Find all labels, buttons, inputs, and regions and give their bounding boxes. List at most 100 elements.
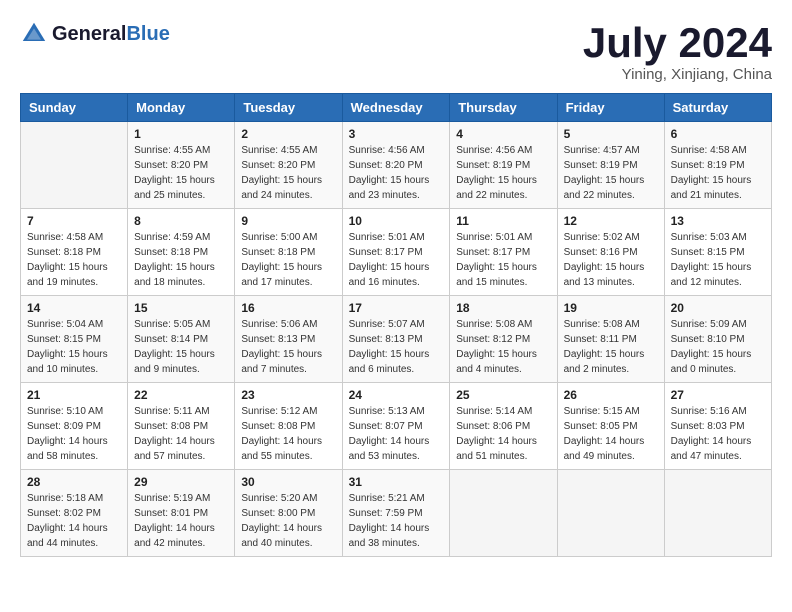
day-number: 29 bbox=[134, 475, 228, 489]
calendar-cell: 26Sunrise: 5:15 AM Sunset: 8:05 PM Dayli… bbox=[557, 383, 664, 470]
calendar-cell: 23 Sunrise: 5:12 AM Sunset: 8:08 PM Dayli… bbox=[235, 383, 342, 470]
calendar-cell bbox=[450, 470, 557, 557]
calendar-week-row: 14 Sunrise: 5:04 AM Sunset: 8:15 PM Dayli… bbox=[21, 296, 772, 383]
day-number: 8 bbox=[134, 214, 228, 228]
day-info: Sunrise: 5:19 AM Sunset: 8:01 PM Dayligh… bbox=[134, 491, 228, 551]
logo-blue-text: Blue bbox=[126, 23, 169, 45]
calendar-cell: 25 Sunrise: 5:14 AM Sunset: 8:06 PM Dayli… bbox=[450, 383, 557, 470]
logo-general-text: General bbox=[52, 23, 126, 45]
day-info: Sunrise: 4:59 AM Sunset: 8:18 PM Dayligh… bbox=[134, 230, 228, 290]
day-info: Sunrise: 4:56 AM Sunset: 8:19 PM Dayligh… bbox=[456, 143, 550, 203]
day-number: 24 bbox=[349, 388, 444, 402]
day-info: Sunrise: 5:09 AM Sunset: 8:10 PM Dayligh… bbox=[671, 317, 765, 377]
calendar-cell: 24 Sunrise: 5:13 AM Sunset: 8:07 PM Dayli… bbox=[342, 383, 450, 470]
day-info: Sunrise: 5:05 AM Sunset: 8:14 PM Dayligh… bbox=[134, 317, 228, 377]
day-info: Sunrise: 5:01 AM Sunset: 8:17 PM Dayligh… bbox=[456, 230, 550, 290]
day-number: 21 bbox=[27, 388, 121, 402]
day-info: Sunrise: 4:58 AM Sunset: 8:19 PM Dayligh… bbox=[671, 143, 765, 203]
calendar-cell: 30 Sunrise: 5:20 AM Sunset: 8:00 PM Dayli… bbox=[235, 470, 342, 557]
day-info: Sunrise: 5:18 AM Sunset: 8:02 PM Dayligh… bbox=[27, 491, 121, 551]
weekday-header-thursday: Thursday bbox=[450, 94, 557, 122]
calendar-cell: 20 Sunrise: 5:09 AM Sunset: 8:10 PM Dayli… bbox=[664, 296, 771, 383]
day-info: Sunrise: 5:16 AM Sunset: 8:03 PM Dayligh… bbox=[671, 404, 765, 464]
calendar-week-row: 1 Sunrise: 4:55 AM Sunset: 8:20 PM Daylig… bbox=[21, 122, 772, 209]
day-info: Sunrise: 4:57 AM Sunset: 8:19 PM Dayligh… bbox=[564, 143, 658, 203]
day-number: 16 bbox=[241, 301, 335, 315]
day-info: Sunrise: 5:20 AM Sunset: 8:00 PM Dayligh… bbox=[241, 491, 335, 551]
day-number: 17 bbox=[349, 301, 444, 315]
calendar-cell: 12 Sunrise: 5:02 AM Sunset: 8:16 PM Dayli… bbox=[557, 209, 664, 296]
day-info: Sunrise: 5:08 AM Sunset: 8:12 PM Dayligh… bbox=[456, 317, 550, 377]
calendar-cell: 14 Sunrise: 5:04 AM Sunset: 8:15 PM Dayli… bbox=[21, 296, 128, 383]
day-number: 18 bbox=[456, 301, 550, 315]
day-info: Sunrise: 5:03 AM Sunset: 8:15 PM Dayligh… bbox=[671, 230, 765, 290]
day-info: Sunrise: 4:56 AM Sunset: 8:20 PM Dayligh… bbox=[349, 143, 444, 203]
calendar-cell: 21 Sunrise: 5:10 AM Sunset: 8:09 PM Dayli… bbox=[21, 383, 128, 470]
day-info: Sunrise: 5:02 AM Sunset: 8:16 PM Dayligh… bbox=[564, 230, 658, 290]
day-info: Sunrise: 5:14 AM Sunset: 8:06 PM Dayligh… bbox=[456, 404, 550, 464]
day-number: 4 bbox=[456, 127, 550, 141]
calendar-cell: 17 Sunrise: 5:07 AM Sunset: 8:13 PM Dayli… bbox=[342, 296, 450, 383]
calendar-table: SundayMondayTuesdayWednesdayThursdayFrid… bbox=[20, 93, 772, 557]
weekday-header-monday: Monday bbox=[128, 94, 235, 122]
day-info: Sunrise: 5:15 AM Sunset: 8:05 PM Dayligh… bbox=[564, 404, 658, 464]
calendar-cell: 22 Sunrise: 5:11 AM Sunset: 8:08 PM Dayli… bbox=[128, 383, 235, 470]
calendar-cell: 2 Sunrise: 4:55 AM Sunset: 8:20 PM Daylig… bbox=[235, 122, 342, 209]
day-info: Sunrise: 5:12 AM Sunset: 8:08 PM Dayligh… bbox=[241, 404, 335, 464]
calendar-cell: 29 Sunrise: 5:19 AM Sunset: 8:01 PM Dayli… bbox=[128, 470, 235, 557]
day-number: 12 bbox=[564, 214, 658, 228]
day-info: Sunrise: 5:21 AM Sunset: 7:59 PM Dayligh… bbox=[349, 491, 444, 551]
title-block: July 2024 Yining, Xinjiang, China bbox=[583, 20, 772, 83]
day-number: 1 bbox=[134, 127, 228, 141]
calendar-cell: 1 Sunrise: 4:55 AM Sunset: 8:20 PM Daylig… bbox=[128, 122, 235, 209]
day-info: Sunrise: 5:11 AM Sunset: 8:08 PM Dayligh… bbox=[134, 404, 228, 464]
calendar-cell: 8 Sunrise: 4:59 AM Sunset: 8:18 PM Daylig… bbox=[128, 209, 235, 296]
day-number: 31 bbox=[349, 475, 444, 489]
weekday-header-tuesday: Tuesday bbox=[235, 94, 342, 122]
day-number: 15 bbox=[134, 301, 228, 315]
calendar-cell: 19Sunrise: 5:08 AM Sunset: 8:11 PM Dayli… bbox=[557, 296, 664, 383]
logo-icon bbox=[20, 20, 48, 48]
weekday-header-friday: Friday bbox=[557, 94, 664, 122]
day-number: 9 bbox=[241, 214, 335, 228]
weekday-header-saturday: Saturday bbox=[664, 94, 771, 122]
day-number: 3 bbox=[349, 127, 444, 141]
day-number: 30 bbox=[241, 475, 335, 489]
weekday-header-row: SundayMondayTuesdayWednesdayThursdayFrid… bbox=[21, 94, 772, 122]
calendar-cell: 5Sunrise: 4:57 AM Sunset: 8:19 PM Daylig… bbox=[557, 122, 664, 209]
day-info: Sunrise: 5:08 AM Sunset: 8:11 PM Dayligh… bbox=[564, 317, 658, 377]
day-number: 20 bbox=[671, 301, 765, 315]
weekday-header-wednesday: Wednesday bbox=[342, 94, 450, 122]
day-number: 13 bbox=[671, 214, 765, 228]
calendar-cell: 31 Sunrise: 5:21 AM Sunset: 7:59 PM Dayli… bbox=[342, 470, 450, 557]
day-info: Sunrise: 5:10 AM Sunset: 8:09 PM Dayligh… bbox=[27, 404, 121, 464]
day-info: Sunrise: 5:06 AM Sunset: 8:13 PM Dayligh… bbox=[241, 317, 335, 377]
logo: GeneralBlue bbox=[20, 20, 170, 48]
day-number: 14 bbox=[27, 301, 121, 315]
day-number: 10 bbox=[349, 214, 444, 228]
day-number: 2 bbox=[241, 127, 335, 141]
calendar-cell: 7Sunrise: 4:58 AM Sunset: 8:18 PM Daylig… bbox=[21, 209, 128, 296]
day-number: 6 bbox=[671, 127, 765, 141]
calendar-cell: 11Sunrise: 5:01 AM Sunset: 8:17 PM Dayli… bbox=[450, 209, 557, 296]
calendar-cell bbox=[21, 122, 128, 209]
day-info: Sunrise: 5:13 AM Sunset: 8:07 PM Dayligh… bbox=[349, 404, 444, 464]
calendar-cell: 16 Sunrise: 5:06 AM Sunset: 8:13 PM Dayli… bbox=[235, 296, 342, 383]
day-number: 22 bbox=[134, 388, 228, 402]
calendar-cell: 6 Sunrise: 4:58 AM Sunset: 8:19 PM Daylig… bbox=[664, 122, 771, 209]
calendar-cell: 4 Sunrise: 4:56 AM Sunset: 8:19 PM Daylig… bbox=[450, 122, 557, 209]
calendar-cell: 27 Sunrise: 5:16 AM Sunset: 8:03 PM Dayli… bbox=[664, 383, 771, 470]
day-number: 23 bbox=[241, 388, 335, 402]
day-info: Sunrise: 4:55 AM Sunset: 8:20 PM Dayligh… bbox=[241, 143, 335, 203]
day-info: Sunrise: 5:04 AM Sunset: 8:15 PM Dayligh… bbox=[27, 317, 121, 377]
calendar-cell: 3 Sunrise: 4:56 AM Sunset: 8:20 PM Daylig… bbox=[342, 122, 450, 209]
day-number: 25 bbox=[456, 388, 550, 402]
weekday-header-sunday: Sunday bbox=[21, 94, 128, 122]
day-number: 27 bbox=[671, 388, 765, 402]
calendar-cell bbox=[557, 470, 664, 557]
day-info: Sunrise: 4:55 AM Sunset: 8:20 PM Dayligh… bbox=[134, 143, 228, 203]
calendar-cell: 18 Sunrise: 5:08 AM Sunset: 8:12 PM Dayli… bbox=[450, 296, 557, 383]
calendar-cell: 9Sunrise: 5:00 AM Sunset: 8:18 PM Daylig… bbox=[235, 209, 342, 296]
day-info: Sunrise: 5:07 AM Sunset: 8:13 PM Dayligh… bbox=[349, 317, 444, 377]
calendar-cell bbox=[664, 470, 771, 557]
